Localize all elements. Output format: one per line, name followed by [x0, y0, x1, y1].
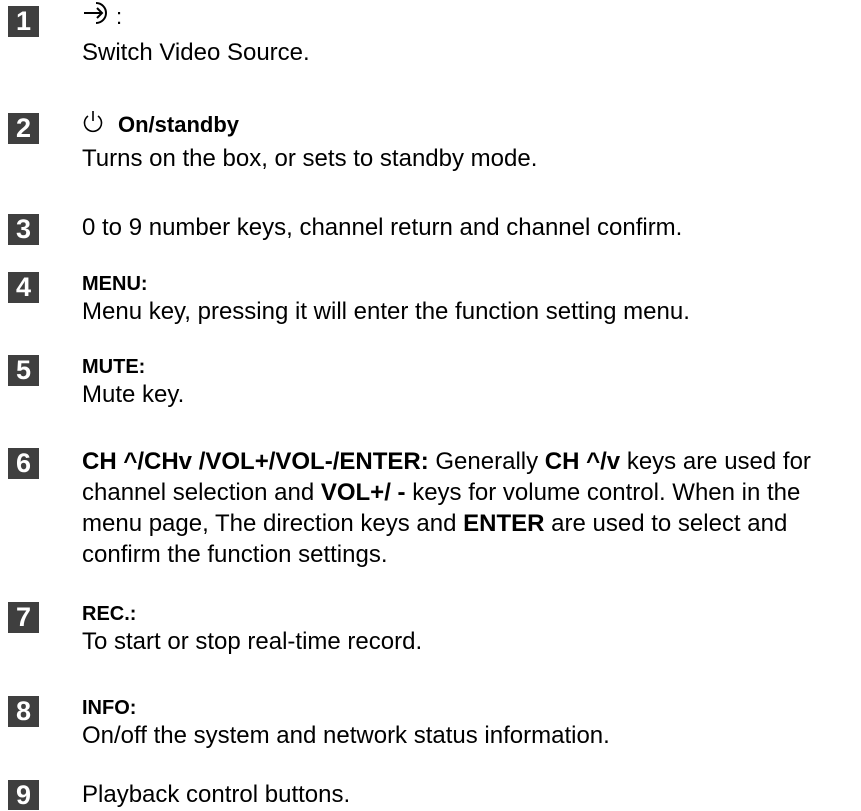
item-number-badge: 2: [8, 113, 39, 144]
key-name: ENTER: [463, 510, 545, 537]
text-run: Generally: [428, 448, 545, 475]
item-description: Menu key, pressing it will enter the fun…: [82, 298, 690, 325]
item-number-badge: 7: [8, 602, 39, 633]
item-number-badge: 1: [8, 6, 39, 37]
item-number-badge: 3: [8, 214, 39, 245]
item-description: 0 to 9 number keys, channel return and c…: [82, 214, 683, 241]
item-number-badge: 4: [8, 272, 39, 303]
item-description: Turns on the box, or sets to standby mod…: [82, 145, 538, 172]
input-source-icon: [82, 0, 116, 34]
item-description: Mute key.: [82, 381, 185, 408]
item-heading: MENU:: [82, 273, 148, 295]
item-description: To start or stop real-time record.: [82, 628, 423, 655]
item-number-badge: 6: [8, 448, 39, 479]
item-heading: REC.:: [82, 603, 137, 625]
item-description: CH ^/CHv /VOL+/VOL-/ENTER: Generally CH …: [82, 446, 860, 570]
item-heading-suffix: :: [116, 4, 123, 29]
item-description: Playback control buttons.: [82, 781, 351, 808]
item-number-badge: 9: [8, 780, 39, 810]
item-number-badge: 8: [8, 696, 39, 727]
power-icon: [82, 109, 104, 141]
item-description: On/off the system and network status inf…: [82, 722, 610, 749]
key-name: CH ^/v: [544, 448, 621, 475]
item-heading: INFO:: [82, 697, 137, 719]
item-description: Switch Video Source.: [82, 39, 310, 66]
item-heading: CH ^/CHv /VOL+/VOL-/ENTER:: [82, 448, 429, 475]
item-heading: On/standby: [118, 112, 240, 137]
item-number-badge: 5: [8, 355, 39, 386]
key-name: VOL+/ -: [320, 479, 406, 506]
item-heading: MUTE:: [82, 356, 146, 378]
